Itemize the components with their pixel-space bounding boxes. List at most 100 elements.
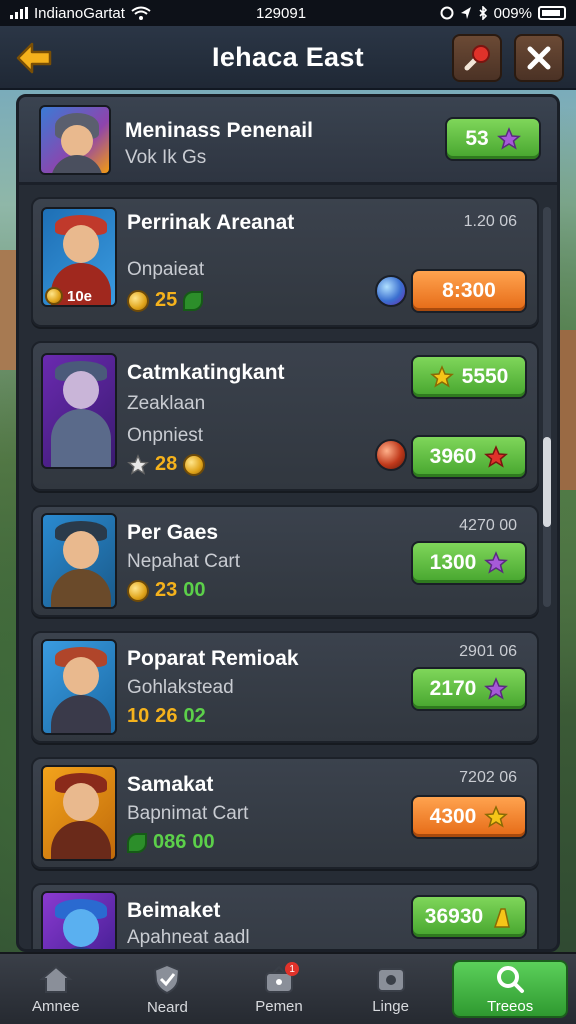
nav-item-home[interactable]: Amnee	[0, 954, 112, 1024]
item-time: 4270 00	[459, 517, 517, 534]
status-bar: IndianoGartat 129091 009%	[0, 0, 576, 26]
price-label: 8:300	[442, 279, 496, 302]
nav-item-chest[interactable]: Linge	[335, 954, 447, 1024]
close-button[interactable]	[514, 34, 564, 82]
item-title: Per Gaes	[127, 521, 219, 544]
item-title: Meninass Penenail	[125, 119, 313, 142]
bottom-nav: Amnee Neard 1 Pemen Linge Treeos	[0, 952, 576, 1024]
item-subtitle: Nepahat Cart	[127, 551, 241, 572]
price-label: 53	[465, 127, 489, 150]
price-label: 4300	[429, 805, 477, 828]
item-subtitle: Zeaklaan	[127, 393, 206, 414]
stat-value: 23	[155, 579, 178, 601]
home-icon	[39, 965, 73, 993]
location-icon	[460, 7, 471, 19]
hero-portrait	[41, 353, 117, 469]
buy-button[interactable]: 3960	[411, 435, 527, 479]
nav-item-quests[interactable]: Neard	[112, 954, 224, 1024]
item-stats: 25	[127, 289, 204, 312]
stat-value: 02	[183, 705, 206, 727]
item-time: 2901 06	[459, 643, 517, 660]
item-stats: 23 00	[127, 579, 206, 602]
battery-percent: 009%	[493, 4, 532, 22]
shop-item[interactable]: Per Gaes 4270 00 Nepahat Cart 23 00 1300	[31, 505, 539, 617]
gem-orb-icon	[375, 439, 407, 471]
item-subtitle: Onpaieat	[127, 259, 205, 280]
buy-button[interactable]: 2170	[411, 667, 527, 711]
item-time: 1.20 06	[463, 213, 517, 230]
nav-label: Treeos	[487, 997, 534, 1015]
item-subtitle: Vok Ik Gs	[125, 147, 207, 168]
nav-label: Neard	[146, 998, 188, 1016]
hero-portrait	[39, 105, 111, 175]
price-label: 36930	[424, 905, 484, 928]
star-icon	[429, 365, 454, 388]
buy-button[interactable]: 4300	[411, 795, 527, 839]
back-button[interactable]	[12, 36, 56, 80]
item-title: Beimaket	[127, 899, 221, 922]
leaf-icon	[183, 290, 204, 311]
hero-portrait	[41, 513, 117, 609]
item-title: Poparat Remioak	[127, 647, 299, 670]
nav-label: Linge	[372, 997, 409, 1015]
star-icon	[484, 805, 509, 828]
buy-button-secondary[interactable]: 5550	[411, 355, 527, 399]
star-icon	[496, 127, 521, 150]
item-stats: 086 00	[127, 831, 215, 854]
scrollbar[interactable]	[543, 207, 551, 607]
item-subtitle: Bapnimat Cart	[127, 803, 249, 824]
shop-item[interactable]: Samakat 7202 06 Bapnimat Cart 086 00 430…	[31, 757, 539, 869]
item-subtitle: Gohlakstead	[127, 677, 234, 698]
star-icon	[484, 551, 509, 574]
star-icon	[484, 445, 509, 468]
buy-button[interactable]: 1300	[411, 541, 527, 585]
bluetooth-icon	[479, 6, 487, 20]
shop-item[interactable]: Catmkatingkant Zeaklaan Onpniest 28 5550…	[31, 341, 539, 491]
notification-badge: 1	[285, 962, 300, 976]
favorite-button[interactable]	[452, 34, 502, 82]
search-icon	[497, 965, 525, 993]
stat-value: 10	[127, 705, 150, 727]
item-title: Samakat	[127, 773, 214, 796]
item-stats: 10 26 02	[127, 705, 206, 728]
battery-icon	[538, 6, 566, 20]
price-label: 2170	[429, 677, 477, 700]
buy-button[interactable]: 53	[445, 117, 541, 161]
wifi-icon	[131, 6, 151, 20]
item-subtitle: Apahneat aadl	[127, 927, 250, 948]
stat-value: 086	[153, 831, 187, 853]
coin-icon	[127, 579, 149, 602]
nav-item-inventory[interactable]: 1 Pemen	[223, 954, 335, 1024]
item-title: Perrinak Areanat	[127, 211, 295, 234]
nav-item-search[interactable]: Treeos	[452, 960, 568, 1018]
hero-portrait	[41, 765, 117, 861]
stat-value: 26	[155, 705, 178, 727]
level-badge: 10e	[45, 287, 92, 305]
signal-icon	[10, 7, 28, 19]
close-icon	[527, 46, 551, 70]
status-time: 129091	[256, 4, 307, 22]
stat-value: 25	[155, 289, 178, 311]
coin-icon	[127, 289, 149, 312]
item-title: Catmkatingkant	[127, 361, 285, 384]
shop-item[interactable]: Beimaket Apahneat aadl 36930	[31, 883, 539, 949]
nav-label: Amnee	[32, 997, 80, 1015]
price-label: 1300	[429, 551, 477, 574]
shop-item[interactable]: Poparat Remioak 2901 06 Gohlakstead 10 2…	[31, 631, 539, 743]
leaf-icon	[127, 832, 147, 853]
price-label: 3960	[429, 445, 477, 468]
stat-value: 00	[183, 579, 206, 601]
coin-icon	[183, 453, 206, 476]
buy-button[interactable]: 36930	[411, 895, 527, 939]
scrollbar-thumb[interactable]	[543, 437, 551, 527]
featured-item[interactable]: Meninass Penenail Vok Ik Gs 53	[19, 97, 557, 185]
hero-portrait	[41, 639, 117, 735]
nav-label: Pemen	[255, 997, 303, 1015]
shield-check-icon	[154, 963, 181, 994]
item-time: 7202 06	[459, 769, 517, 786]
shop-item[interactable]: 10e Perrinak Areanat 1.20 06 Onpaieat 25…	[31, 197, 539, 327]
pin-icon	[464, 45, 490, 71]
buy-button[interactable]: 8:300	[411, 269, 527, 313]
gem-orb-icon	[375, 275, 407, 307]
shop-list-panel[interactable]: Meninass Penenail Vok Ik Gs 53 10e Perri…	[16, 94, 560, 952]
